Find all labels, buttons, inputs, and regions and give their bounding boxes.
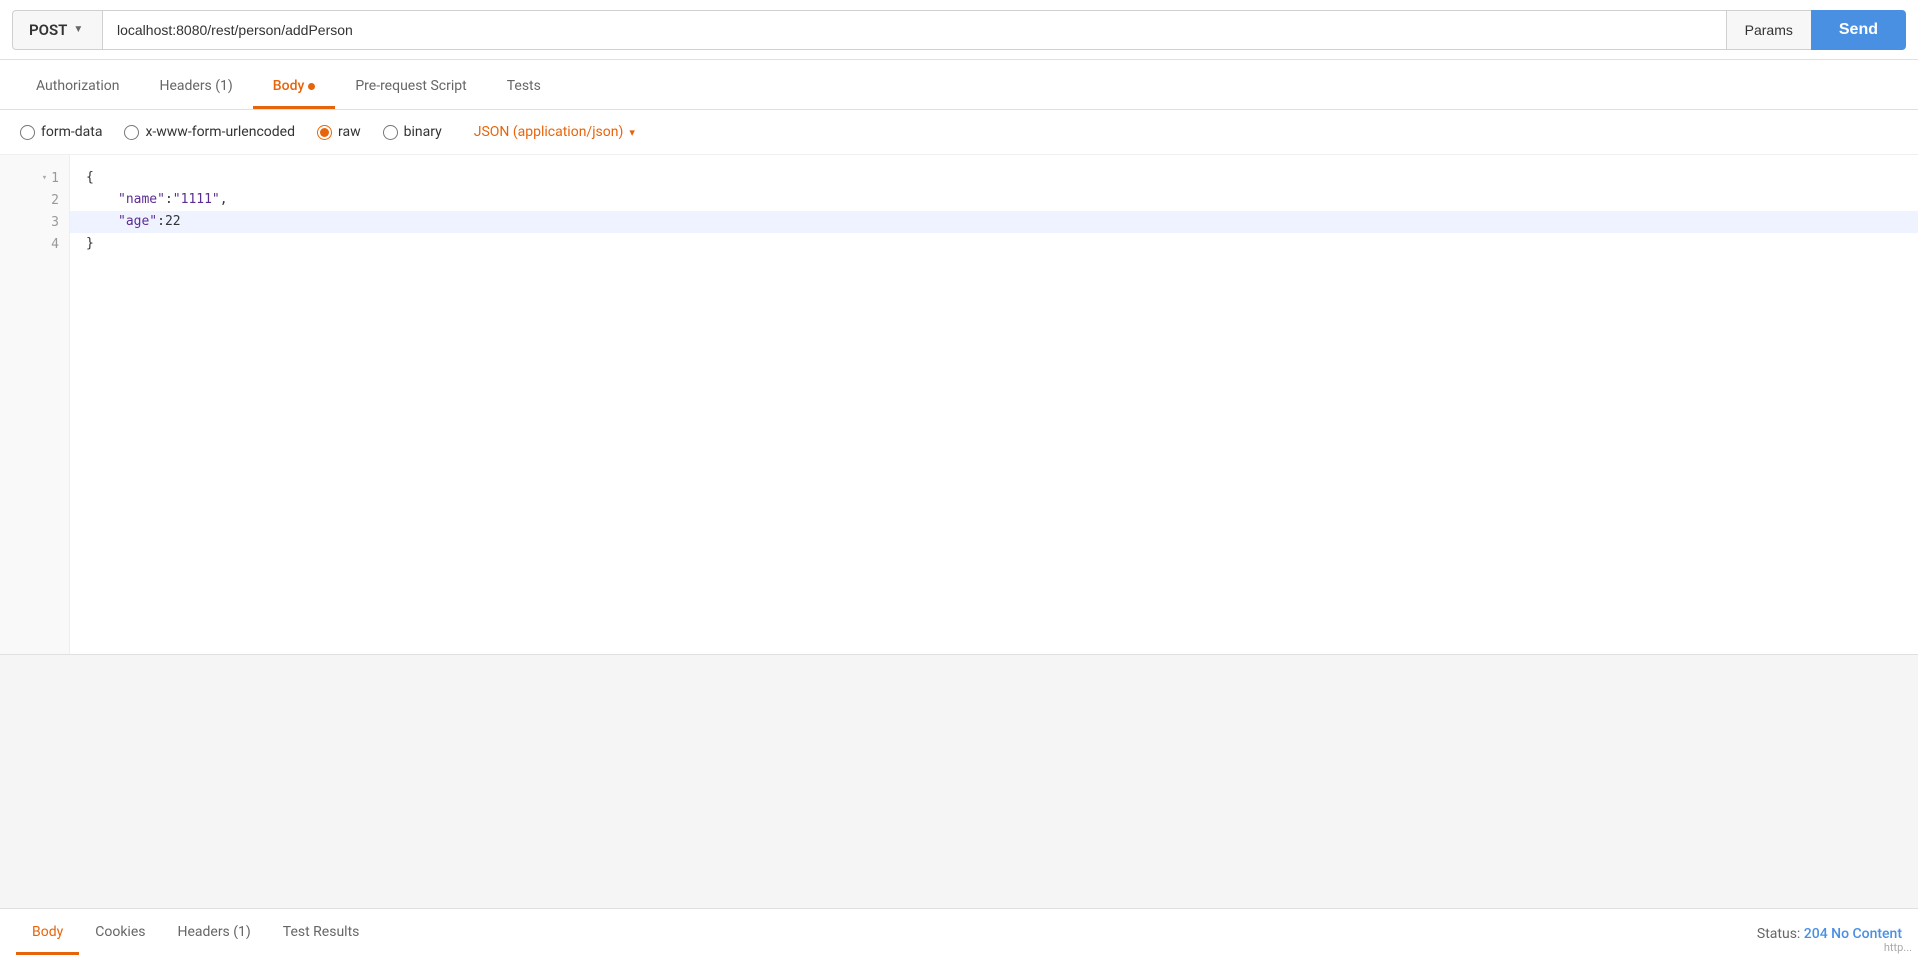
- code-line-3: "age":22: [70, 211, 1918, 233]
- response-tab-test-results-label: Test Results: [283, 924, 360, 940]
- code-line-1: {: [86, 167, 1902, 189]
- response-tab-headers[interactable]: Headers (1): [161, 912, 266, 955]
- line-number-4: 4: [0, 233, 69, 255]
- code-line-4: }: [86, 233, 1902, 255]
- radio-raw-input[interactable]: [317, 125, 332, 140]
- tab-body[interactable]: Body: [253, 66, 336, 109]
- watermark: http...: [1878, 937, 1918, 958]
- url-input[interactable]: [102, 10, 1726, 50]
- method-selector[interactable]: POST ▼: [12, 10, 102, 50]
- status-label: Status:: [1757, 926, 1800, 942]
- response-tab-headers-label: Headers (1): [177, 924, 250, 940]
- send-button[interactable]: Send: [1811, 10, 1906, 50]
- radio-form-data-input[interactable]: [20, 125, 35, 140]
- json-type-label: JSON (application/json): [474, 124, 624, 140]
- collapse-arrow-icon[interactable]: ▾: [42, 173, 47, 183]
- line-number-1: ▾ 1: [0, 167, 69, 189]
- response-tab-cookies-label: Cookies: [95, 924, 145, 940]
- line-numbers: ▾ 1 2 3 4: [0, 155, 70, 654]
- code-line-2: "name":"1111",: [86, 189, 1902, 211]
- radio-binary[interactable]: binary: [383, 124, 442, 140]
- radio-binary-input[interactable]: [383, 125, 398, 140]
- line-number-2: 2: [0, 189, 69, 211]
- tab-pre-request-label: Pre-request Script: [355, 78, 466, 94]
- radio-urlencoded-input[interactable]: [124, 125, 139, 140]
- tab-body-label: Body: [273, 78, 305, 94]
- radio-urlencoded-label: x-www-form-urlencoded: [145, 124, 295, 140]
- tab-headers-label: Headers (1): [159, 78, 232, 94]
- response-tab-body-label: Body: [32, 924, 63, 940]
- response-bar: Body Cookies Headers (1) Test Results St…: [0, 908, 1918, 958]
- code-body[interactable]: { "name":"1111", "age":22 }: [70, 155, 1918, 654]
- radio-form-data[interactable]: form-data: [20, 124, 102, 140]
- body-type-row: form-data x-www-form-urlencoded raw bina…: [0, 110, 1918, 155]
- radio-raw-label: raw: [338, 124, 361, 140]
- line-number-3: 3: [0, 211, 69, 233]
- radio-binary-label: binary: [404, 124, 442, 140]
- url-bar: POST ▼ Params Send: [0, 0, 1918, 60]
- tab-tests-label: Tests: [507, 78, 541, 94]
- method-label: POST: [29, 21, 67, 39]
- radio-raw[interactable]: raw: [317, 124, 361, 140]
- tab-pre-request-script[interactable]: Pre-request Script: [335, 66, 486, 109]
- tab-tests[interactable]: Tests: [487, 66, 561, 109]
- response-tab-body[interactable]: Body: [16, 912, 79, 955]
- body-dot-indicator: [308, 83, 315, 90]
- json-type-arrow-icon: ▾: [629, 126, 635, 139]
- tab-authorization[interactable]: Authorization: [16, 66, 139, 109]
- tab-authorization-label: Authorization: [36, 78, 119, 94]
- response-tab-test-results[interactable]: Test Results: [267, 912, 376, 955]
- code-editor: ▾ 1 2 3 4 { "name":"1111", "age":22 }: [0, 155, 1918, 655]
- radio-urlencoded[interactable]: x-www-form-urlencoded: [124, 124, 295, 140]
- json-type-dropdown[interactable]: JSON (application/json) ▾: [474, 124, 635, 140]
- response-tab-cookies[interactable]: Cookies: [79, 912, 161, 955]
- params-button[interactable]: Params: [1726, 10, 1811, 50]
- radio-form-data-label: form-data: [41, 124, 102, 140]
- tab-headers[interactable]: Headers (1): [139, 66, 252, 109]
- request-tabs: Authorization Headers (1) Body Pre-reque…: [0, 60, 1918, 110]
- method-chevron-icon: ▼: [73, 24, 83, 35]
